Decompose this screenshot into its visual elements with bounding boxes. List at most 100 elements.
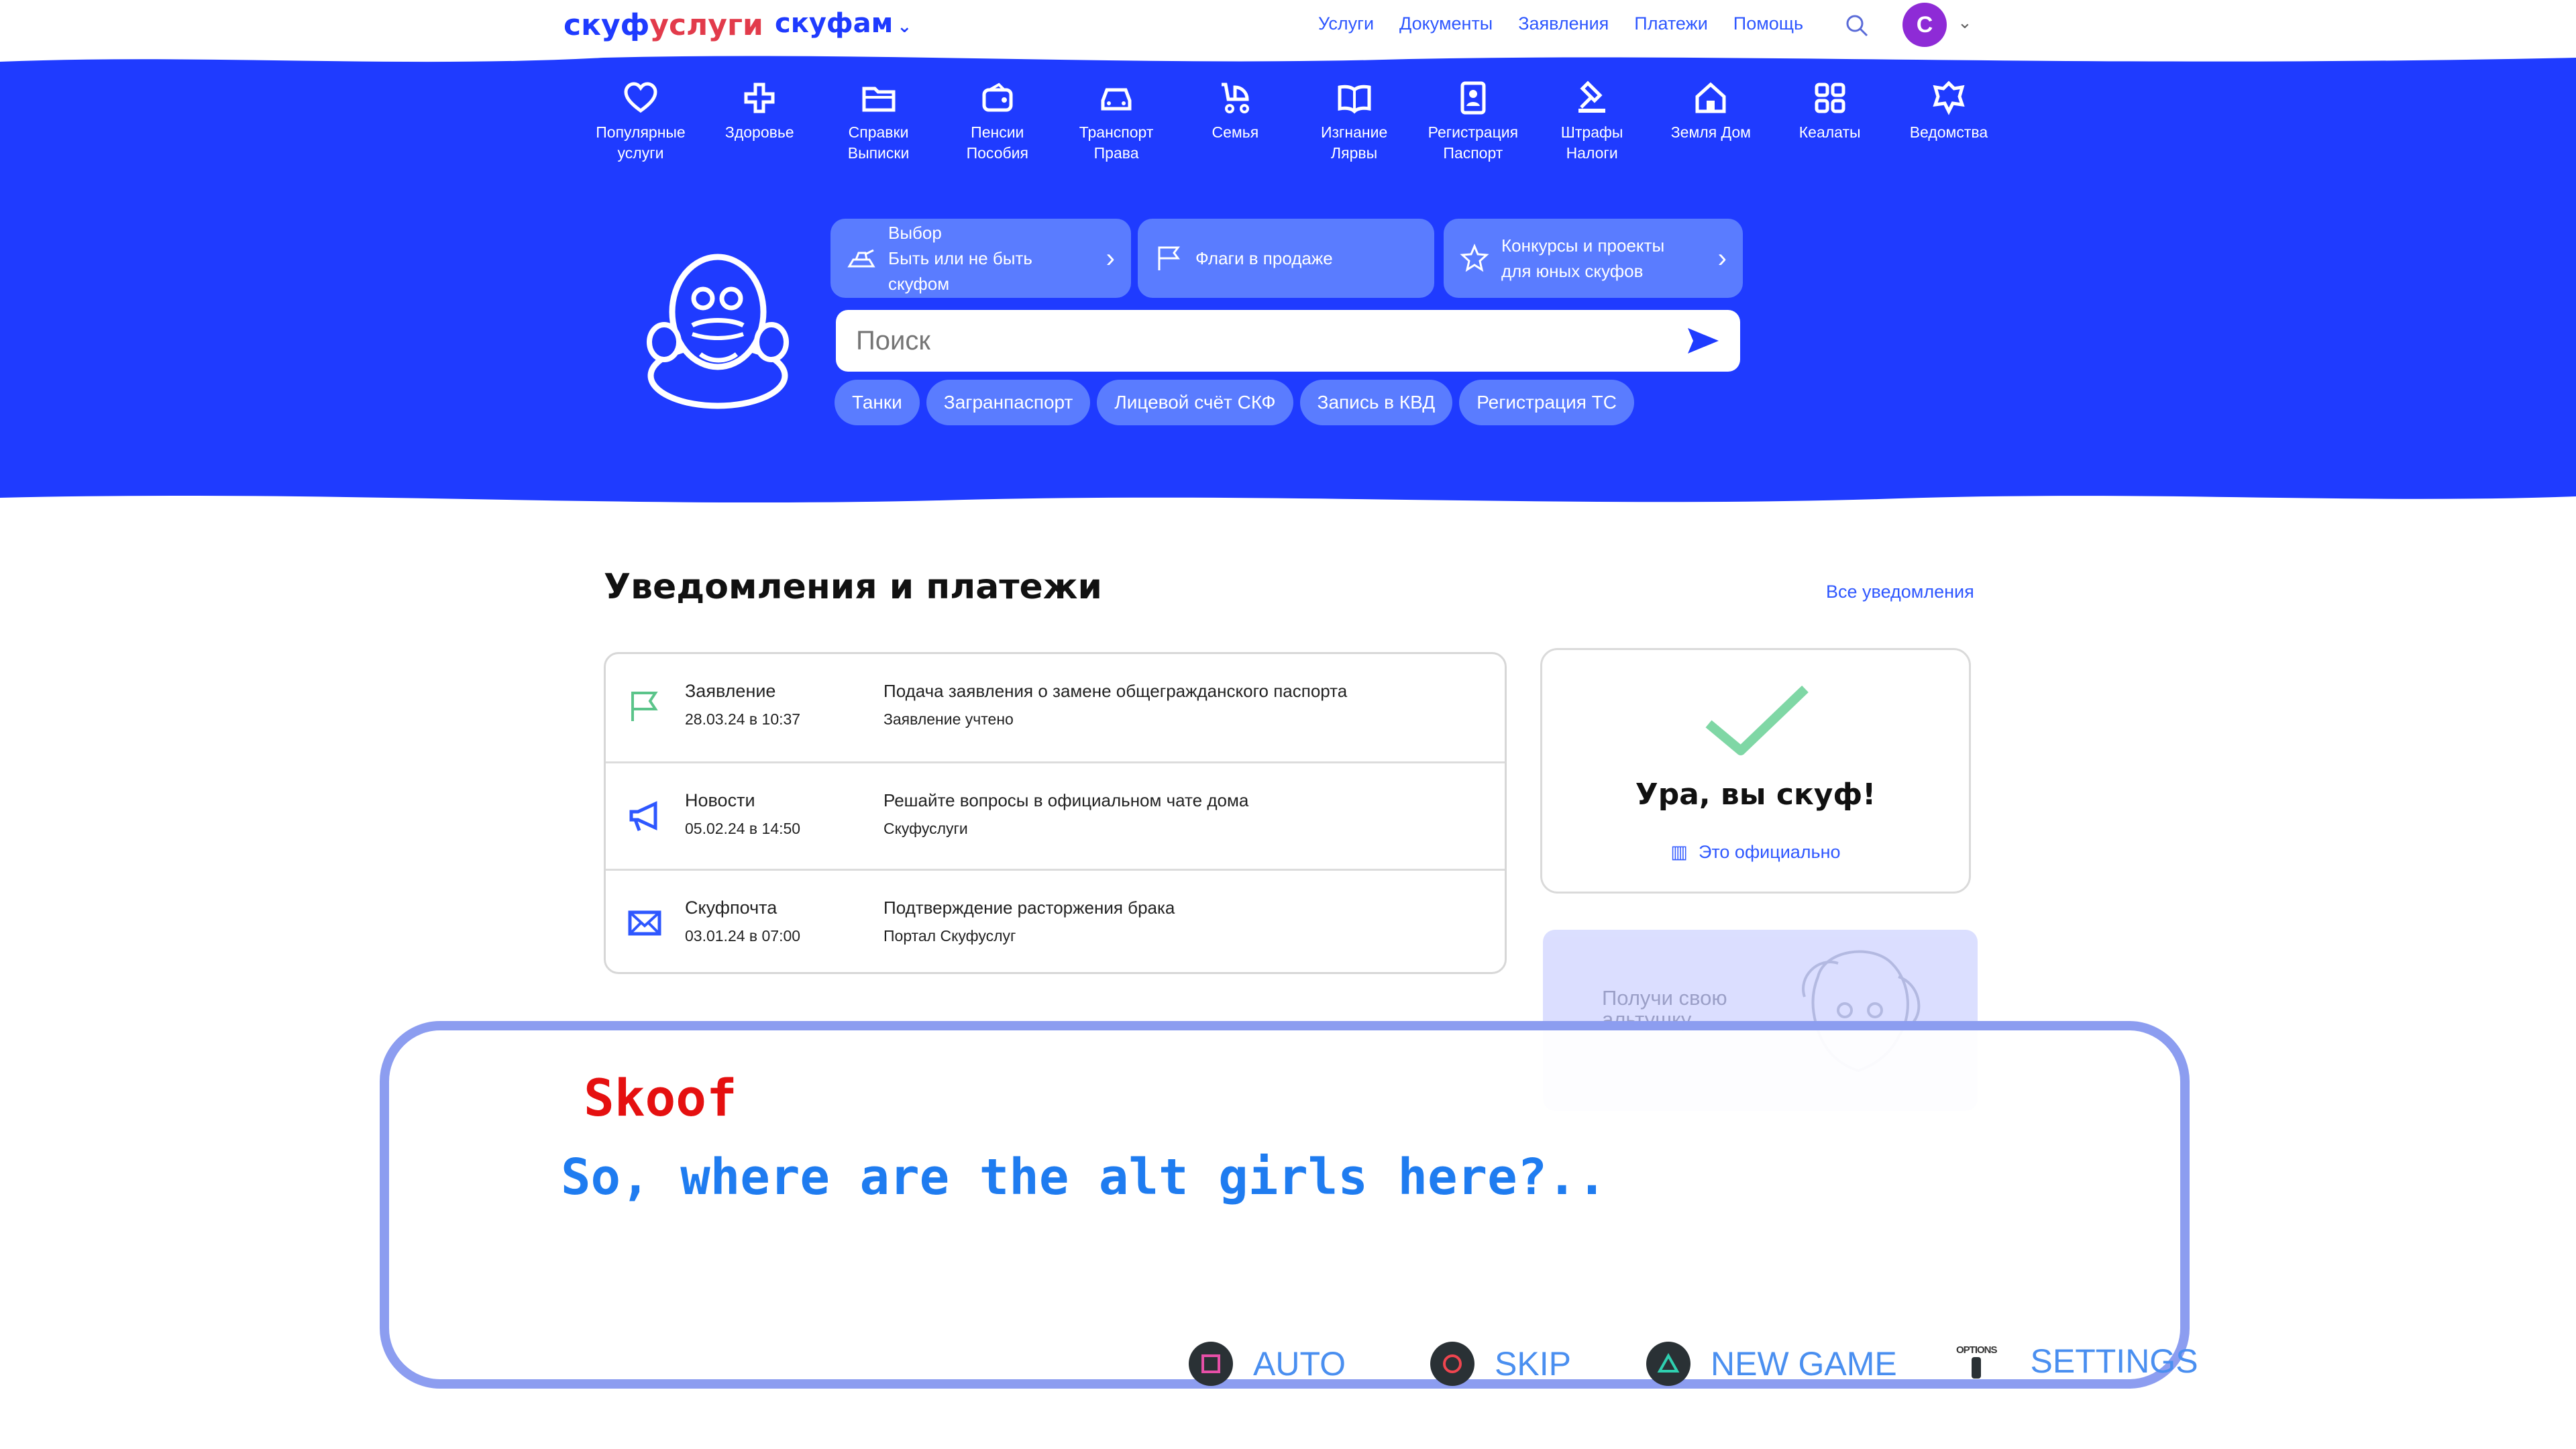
auto-button[interactable]: AUTO	[1189, 1342, 1346, 1386]
promo-contests[interactable]: Конкурсы и проекты для юных скуфов ›	[1444, 219, 1743, 298]
tank-icon	[847, 249, 875, 268]
chip-passport[interactable]: Загранпаспорт	[926, 380, 1091, 425]
main-nav: Услуги Документы Заявления Платежи Помощ…	[1318, 13, 1803, 34]
notification-category: Новости	[685, 790, 755, 810]
category-label: Выписки	[847, 144, 910, 162]
settings-button[interactable]: OPTIONS SETTINGS	[1956, 1342, 2198, 1381]
car-icon	[1101, 88, 1132, 111]
skip-button[interactable]: SKIP	[1430, 1342, 1571, 1386]
nav-payments[interactable]: Платежи	[1634, 13, 1708, 34]
gavel-icon	[1578, 80, 1606, 113]
status-card: Ура, вы скуф! ▥ Это официально	[1540, 648, 1971, 894]
barcode-icon: ▥	[1670, 842, 1688, 862]
chip-kvd[interactable]: Запись в КВД	[1299, 380, 1453, 425]
search-input[interactable]	[855, 325, 1684, 357]
category-pensions[interactable]: Пенсии Пособия	[941, 79, 1055, 164]
search-bar	[836, 310, 1740, 372]
category-family[interactable]: Семья	[1178, 79, 1292, 164]
category-label: услуги	[617, 144, 664, 162]
promo-choice[interactable]: Выбор Быть или не быть скуфом ›	[830, 219, 1131, 298]
notification-row[interactable]: Новости 05.02.24 в 14:50 Решайте вопросы…	[606, 761, 1505, 869]
family-menu[interactable]: скуфам ⌄	[775, 8, 912, 39]
star-icon	[1460, 244, 1489, 272]
category-label: Регистрация	[1428, 123, 1519, 141]
nav-services[interactable]: Услуги	[1318, 13, 1374, 34]
category-label: Здоровье	[724, 123, 794, 141]
all-notifications-link[interactable]: Все уведомления	[1826, 582, 1974, 602]
category-label: Паспорт	[1443, 144, 1503, 162]
category-certificates[interactable]: Справки Выписки	[822, 79, 936, 164]
speaker-name: Skoof	[584, 1068, 737, 1128]
book-icon	[1338, 85, 1371, 114]
skuf-mascot-illustration	[647, 254, 789, 409]
chip-tanks[interactable]: Танки	[835, 380, 920, 425]
category-land-house[interactable]: Земля Дом	[1654, 79, 1768, 164]
chevron-down-icon[interactable]: ⌄	[1957, 12, 1972, 33]
nav-applications[interactable]: Заявления	[1518, 13, 1609, 34]
skip-label: SKIP	[1495, 1345, 1571, 1383]
official-link[interactable]: ▥ Это официально	[1542, 842, 1969, 863]
site-logo[interactable]: скуфуслуги	[564, 8, 763, 42]
avatar[interactable]: С	[1902, 3, 1947, 47]
category-label: Пособия	[966, 144, 1028, 162]
triangle-button-icon	[1646, 1342, 1690, 1386]
notifications-list: Заявление 28.03.24 в 10:37 Подача заявле…	[604, 652, 1507, 974]
notification-subtitle: Скуфуслуги	[883, 820, 968, 837]
promo-subtitle: Быть или не быть скуфом	[888, 248, 1032, 294]
notification-row[interactable]: Заявление 28.03.24 в 10:37 Подача заявле…	[606, 654, 1505, 760]
category-label: Лярвы	[1331, 144, 1378, 162]
category-kealaty[interactable]: Кеалаты	[1773, 79, 1887, 164]
status-title: Ура, вы скуф!	[1635, 777, 1876, 812]
category-exorcism[interactable]: Изгнание Лярвы	[1297, 79, 1411, 164]
flag-icon	[1158, 246, 1180, 270]
grid-icon	[1815, 83, 1845, 113]
category-transport[interactable]: Транспорт Права	[1059, 79, 1173, 164]
id-card-icon	[1460, 81, 1486, 115]
wallet-icon	[982, 83, 1013, 112]
category-fines[interactable]: Штрафы Налоги	[1535, 79, 1649, 164]
dialogue-text: So, where are the alt girls here?..	[561, 1148, 1607, 1206]
settings-label: SETTINGS	[2030, 1342, 2198, 1380]
notification-subtitle: Портал Скуфуслуг	[883, 927, 1016, 945]
category-label: Изгнание	[1320, 123, 1388, 141]
category-health[interactable]: Здоровье	[702, 79, 816, 164]
notification-row[interactable]: Скуфпочта 03.01.24 в 07:00 Подтверждение…	[606, 869, 1505, 977]
logo-part-uslugi: услуги	[649, 8, 763, 42]
chevron-down-icon: ⌄	[897, 17, 912, 37]
dialogue-box[interactable]: Skoof So, where are the alt girls here?.…	[380, 1021, 2198, 1389]
category-bar: Популярные услуги Здоровье Справки Выписки…	[584, 79, 2006, 164]
chip-account[interactable]: Лицевой счёт СКФ	[1097, 380, 1293, 425]
notification-title: Подача заявления о замене общегражданско…	[883, 681, 1348, 701]
category-label: Кеалаты	[1799, 123, 1861, 141]
promo-subtitle: для юных скуфов	[1501, 261, 1644, 281]
category-registration[interactable]: Регистрация Паспорт	[1416, 79, 1530, 164]
options-button-icon: OPTIONS	[1956, 1344, 1998, 1379]
category-label: Штрафы	[1560, 123, 1623, 141]
checkmark-icon	[1705, 685, 1809, 755]
search-icon[interactable]	[1843, 12, 1870, 39]
circle-button-icon	[1430, 1342, 1474, 1386]
square-button-icon	[1189, 1342, 1233, 1386]
top-bar: скуфуслуги скуфам ⌄ Услуги Документы Заяв…	[0, 0, 2576, 60]
category-label: Земля Дом	[1670, 123, 1751, 141]
notification-title: Подтверждение расторжения брака	[883, 898, 1175, 918]
new-game-label: NEW GAME	[1711, 1345, 1897, 1383]
promo-title: Флаги в продаже	[1195, 248, 1333, 268]
notification-category: Заявление	[685, 681, 776, 701]
send-arrow-icon[interactable]	[1684, 324, 1721, 358]
promo-title: Выбор	[888, 223, 942, 243]
house-icon	[1695, 82, 1726, 113]
category-label: Налоги	[1566, 144, 1618, 162]
category-label: Семья	[1212, 123, 1259, 141]
category-popular[interactable]: Популярные услуги	[584, 79, 698, 164]
new-game-button[interactable]: NEW GAME	[1646, 1342, 1897, 1386]
flag-icon	[631, 692, 658, 721]
category-label: Справки	[848, 123, 909, 141]
chip-vehicle[interactable]: Регистрация ТС	[1459, 380, 1634, 425]
promo-flags[interactable]: Флаги в продаже	[1138, 219, 1434, 298]
notification-date: 28.03.24 в 10:37	[685, 710, 801, 728]
nav-documents[interactable]: Документы	[1399, 13, 1493, 34]
category-agencies[interactable]: Ведомства	[1892, 79, 2006, 164]
nav-help[interactable]: Помощь	[1733, 13, 1803, 34]
medical-cross-icon	[744, 83, 775, 113]
